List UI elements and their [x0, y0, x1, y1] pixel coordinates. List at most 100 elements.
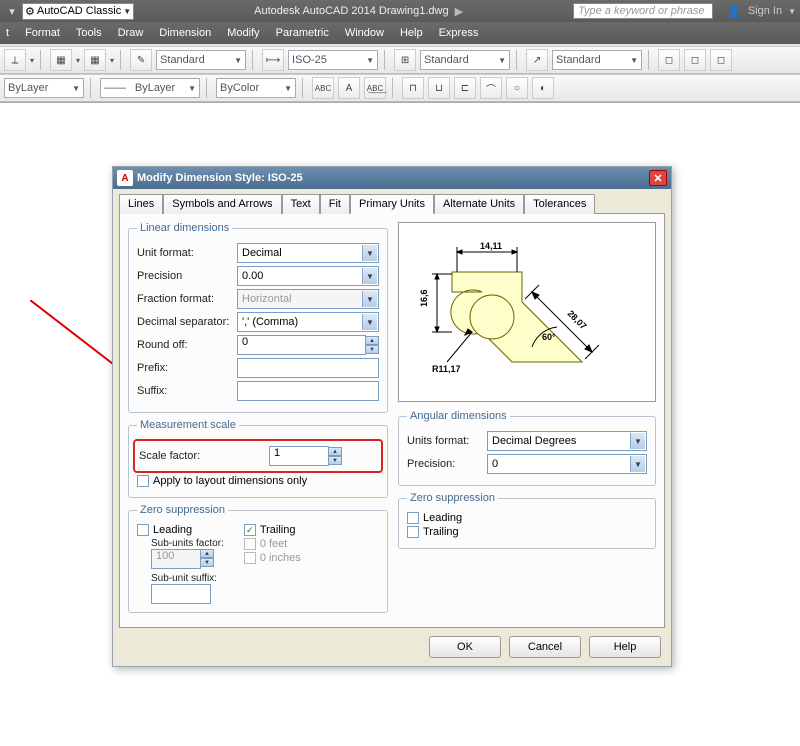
apply-layout-checkbox[interactable] [137, 475, 149, 487]
suffix-input[interactable] [237, 381, 379, 401]
tool-icon[interactable]: ◻ [684, 49, 706, 71]
sub-unit-suffix-input[interactable] [151, 584, 211, 604]
cancel-button[interactable]: Cancel [509, 636, 581, 658]
app-title: Autodesk AutoCAD 2014 Drawing1.dwg [254, 5, 448, 17]
autocad-logo-icon: A [117, 170, 133, 186]
dialog-tabs: Lines Symbols and Arrows Text Fit Primar… [113, 189, 671, 213]
chevron-down-icon: ▼ [788, 7, 796, 16]
svg-text:16,6: 16,6 [419, 289, 429, 307]
svg-text:14,11: 14,11 [480, 241, 502, 251]
zero-suppression-group: Zero suppression Leading Sub-units facto… [128, 504, 388, 613]
round-off-spinner[interactable]: ▲▼ [365, 336, 379, 354]
table-icon[interactable]: ⊞ [394, 49, 416, 71]
svg-text:R11,17: R11,17 [432, 364, 461, 374]
tab-alternate-units[interactable]: Alternate Units [434, 194, 524, 214]
play-icon[interactable]: ▶ [455, 5, 463, 18]
toolbar-1: ⟂▾ ▦▾ ▦▾ ✎ Standard▼ ⟼ ISO-25▼ ⊞ Standar… [0, 46, 800, 74]
pen-icon[interactable]: ✎ [130, 49, 152, 71]
tab-tolerances[interactable]: Tolerances [524, 194, 595, 214]
dimstyle-dropdown[interactable]: ISO-25▼ [288, 50, 378, 70]
layer-plot-dropdown[interactable]: ByColor▼ [216, 78, 296, 98]
ok-button[interactable]: OK [429, 636, 501, 658]
text-tool-icon[interactable]: A [338, 77, 360, 99]
trailing-checkbox[interactable]: ✓ [244, 524, 256, 536]
sub-units-factor-input: 100 [151, 549, 201, 569]
leading-checkbox[interactable] [137, 524, 149, 536]
tab-primary-units[interactable]: Primary Units [350, 194, 434, 214]
modify-dimstyle-dialog: A Modify Dimension Style: ISO-25 ✕ Lines… [112, 166, 672, 667]
layer-linetype-dropdown[interactable]: —— ByLayer▼ [100, 78, 200, 98]
angular-trailing-checkbox[interactable] [407, 526, 419, 538]
angular-precision-select[interactable]: 0▼ [487, 454, 647, 474]
inches-checkbox [244, 552, 256, 564]
feet-checkbox [244, 538, 256, 550]
gear-icon: ⚙ [25, 5, 35, 18]
menu-help[interactable]: Help [400, 27, 423, 39]
dim-tool-icon[interactable]: ◐ [532, 77, 554, 99]
dialog-titlebar: A Modify Dimension Style: ISO-25 ✕ [113, 167, 671, 189]
tool-icon[interactable]: ◻ [710, 49, 732, 71]
dim-icon[interactable]: ⟼ [262, 49, 284, 71]
search-input[interactable]: Type a keyword or phrase [573, 3, 713, 19]
svg-text:60°: 60° [542, 332, 556, 342]
tool-icon[interactable]: ▦ [84, 49, 106, 71]
prefix-input[interactable] [237, 358, 379, 378]
dim-tool-icon[interactable]: ○ [506, 77, 528, 99]
angular-dimensions-group: Angular dimensions Units format: Decimal… [398, 410, 656, 486]
unit-format-select[interactable]: Decimal▼ [237, 243, 379, 263]
precision-select[interactable]: 0.00▼ [237, 266, 379, 286]
scale-factor-input[interactable]: 1 [269, 446, 329, 466]
dim-tool-icon[interactable]: ⊏ [454, 77, 476, 99]
mleaderstyle-dropdown[interactable]: Standard▼ [552, 50, 642, 70]
angular-zero-suppression-group: Zero suppression Leading Trailing [398, 492, 656, 549]
chevron-down-icon: ▼ [123, 7, 131, 16]
tool-icon[interactable]: ▦ [50, 49, 72, 71]
menu-t[interactable]: t [6, 27, 9, 39]
layer-color-dropdown[interactable]: ByLayer▼ [4, 78, 84, 98]
angular-units-select[interactable]: Decimal Degrees▼ [487, 431, 647, 451]
tab-fit[interactable]: Fit [320, 194, 350, 214]
menu-dimension[interactable]: Dimension [159, 27, 211, 39]
menu-modify[interactable]: Modify [227, 27, 259, 39]
dialog-title: Modify Dimension Style: ISO-25 [137, 172, 303, 184]
dim-tool-icon[interactable]: ⊓ [402, 77, 424, 99]
app-titlebar: ▾ ⚙ AutoCAD Classic ▼ Autodesk AutoCAD 2… [0, 0, 800, 22]
workspace-selector[interactable]: ⚙ AutoCAD Classic ▼ [22, 3, 134, 20]
measurement-scale-group: Measurement scale Scale factor: 1 ▲▼ App… [128, 419, 388, 498]
dim-tool-icon[interactable]: ⊔ [428, 77, 450, 99]
svg-text:28,07: 28,07 [566, 308, 589, 331]
fraction-format-select: Horizontal▼ [237, 289, 379, 309]
tab-text[interactable]: Text [282, 194, 320, 214]
scale-factor-spinner[interactable]: ▲▼ [328, 447, 342, 465]
text-tool-icon[interactable]: ABC [312, 77, 334, 99]
angular-leading-checkbox[interactable] [407, 512, 419, 524]
tablestyle-dropdown[interactable]: Standard▼ [420, 50, 510, 70]
sign-in-link[interactable]: Sign In [748, 5, 782, 17]
scale-factor-highlight: Scale factor: 1 ▲▼ [133, 439, 383, 473]
menu-window[interactable]: Window [345, 27, 384, 39]
linear-dimensions-group: Linear dimensions Unit format: Decimal▼ … [128, 222, 388, 413]
tab-lines[interactable]: Lines [119, 194, 163, 214]
menu-draw[interactable]: Draw [118, 27, 144, 39]
mleader-icon[interactable]: ↗ [526, 49, 548, 71]
close-button[interactable]: ✕ [649, 170, 667, 186]
decimal-separator-select[interactable]: ',' (Comma)▼ [237, 312, 379, 332]
tab-panel-primary-units: Linear dimensions Unit format: Decimal▼ … [119, 213, 665, 628]
tool-icon[interactable]: ⟂ [4, 49, 26, 71]
text-tool-icon[interactable]: A͟B͟C͟ [364, 77, 386, 99]
menubar: t Format Tools Draw Dimension Modify Par… [0, 22, 800, 44]
menu-express[interactable]: Express [439, 27, 479, 39]
round-off-input[interactable]: 0 [237, 335, 366, 355]
menu-format[interactable]: Format [25, 27, 60, 39]
user-icon: 👤 [726, 3, 742, 19]
tab-symbols-arrows[interactable]: Symbols and Arrows [163, 194, 281, 214]
menu-tools[interactable]: Tools [76, 27, 102, 39]
toolbar-2: ByLayer▼ —— ByLayer▼ ByColor▼ ABC A A͟B͟… [0, 74, 800, 102]
textstyle-dropdown[interactable]: Standard▼ [156, 50, 246, 70]
dialog-buttons: OK Cancel Help [113, 628, 671, 666]
workspace-icon: ▾ [4, 3, 20, 19]
dim-tool-icon[interactable]: ⌒ [480, 77, 502, 99]
tool-icon[interactable]: ◻ [658, 49, 680, 71]
menu-parametric[interactable]: Parametric [276, 27, 329, 39]
help-button[interactable]: Help [589, 636, 661, 658]
